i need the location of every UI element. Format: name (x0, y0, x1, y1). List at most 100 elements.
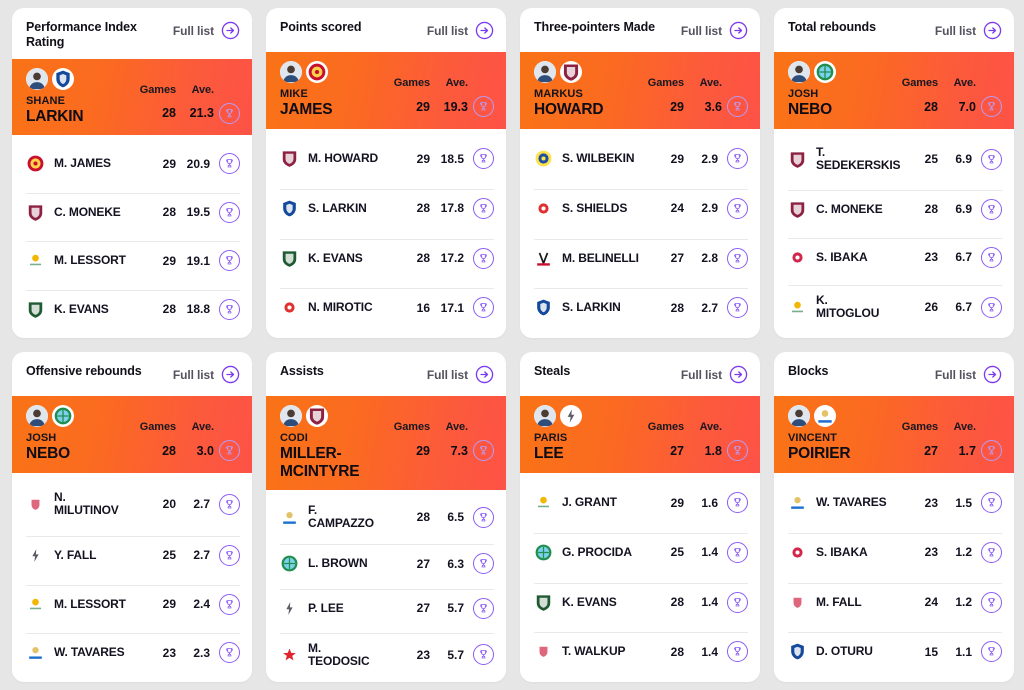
arrow-right-circle-icon[interactable] (475, 365, 494, 384)
trophy-icon[interactable] (219, 298, 240, 320)
arrow-right-circle-icon[interactable] (475, 21, 494, 40)
table-row[interactable]: C. MONEKE 28 6.9 (788, 189, 1002, 229)
top-leader-hero[interactable]: SHANE LARKIN Games Ave. 28 21.3 (12, 58, 252, 136)
trophy-icon[interactable] (473, 96, 494, 117)
table-row[interactable]: C. MONEKE 28 19.5 (26, 192, 240, 232)
trophy-icon[interactable] (473, 197, 494, 219)
trophy-icon[interactable] (981, 541, 1002, 563)
trophy-icon[interactable] (473, 247, 494, 269)
trophy-icon[interactable] (981, 440, 1002, 461)
table-row[interactable]: K. EVANS 28 17.2 (280, 238, 494, 278)
trophy-icon[interactable] (219, 201, 240, 223)
trophy-icon[interactable] (727, 440, 748, 461)
trophy-icon[interactable] (727, 247, 748, 269)
trophy-icon[interactable] (219, 593, 240, 615)
table-row[interactable]: S. SHIELDS 24 2.9 (534, 188, 748, 228)
table-row[interactable]: N. MIROTIC 16 17.1 (280, 288, 494, 327)
table-row[interactable]: M. LESSORT 29 2.4 (26, 584, 240, 624)
table-row[interactable]: N. MILUTINOV 20 2.7 (26, 482, 240, 526)
table-row[interactable]: K. EVANS 28 18.8 (26, 289, 240, 329)
trophy-icon[interactable] (727, 492, 748, 514)
top-leader-hero[interactable]: VINCENT POIRIER Games Ave. 27 1.7 (774, 396, 1014, 473)
arrow-right-circle-icon[interactable] (221, 21, 240, 40)
table-row[interactable]: S. LARKIN 28 2.7 (534, 288, 748, 327)
trophy-icon[interactable] (981, 246, 1002, 268)
trophy-icon[interactable] (219, 102, 240, 124)
table-row[interactable]: T. WALKUP 28 1.4 (534, 632, 748, 671)
arrow-right-circle-icon[interactable] (729, 21, 748, 40)
table-row[interactable]: K. EVANS 28 1.4 (534, 582, 748, 622)
table-row[interactable]: M. BELINELLI 27 2.8 (534, 238, 748, 278)
card-header: Blocks Full list (774, 352, 1014, 396)
trophy-icon[interactable] (981, 198, 1002, 220)
table-row[interactable]: D. OTURU 15 1.1 (788, 632, 1002, 671)
top-leader-hero[interactable]: PARIS LEE Games Ave. 27 1.8 (520, 396, 760, 473)
table-row[interactable]: W. TAVARES 23 2.3 (26, 633, 240, 672)
trophy-icon[interactable] (727, 297, 748, 319)
trophy-icon[interactable] (473, 553, 494, 575)
table-row[interactable]: M. JAMES 29 20.9 (26, 144, 240, 183)
table-row[interactable]: F. CAMPAZZO 28 6.5 (280, 495, 494, 539)
top-leader-hero[interactable]: JOSH NEBO Games Ave. 28 7.0 (774, 52, 1014, 129)
trophy-icon[interactable] (473, 440, 494, 461)
trophy-icon[interactable] (473, 506, 494, 528)
table-row[interactable]: Y. FALL 25 2.7 (26, 535, 240, 575)
trophy-icon[interactable] (473, 597, 494, 619)
hero-column-headers: Games Ave. (896, 421, 1002, 433)
trophy-icon[interactable] (219, 153, 240, 175)
trophy-icon[interactable] (981, 96, 1002, 117)
arrow-right-circle-icon[interactable] (983, 21, 1002, 40)
top-leader-hero[interactable]: MARKUS HOWARD Games Ave. 29 3.6 (520, 52, 760, 129)
table-row[interactable]: M. LESSORT 29 19.1 (26, 241, 240, 280)
full-list-link[interactable]: Full list (935, 364, 1002, 384)
full-list-link[interactable]: Full list (173, 364, 240, 384)
row-player-name: G. PROCIDA (562, 544, 632, 559)
trophy-icon[interactable] (219, 493, 240, 515)
trophy-icon[interactable] (981, 296, 1002, 318)
table-row[interactable]: M. FALL 24 1.2 (788, 582, 1002, 622)
top-leader-hero[interactable]: MIKE JAMES Games Ave. 29 19.3 (266, 52, 506, 129)
trophy-icon[interactable] (727, 148, 748, 170)
table-row[interactable]: M. HOWARD 29 18.5 (280, 139, 494, 178)
trophy-icon[interactable] (219, 250, 240, 272)
trophy-icon[interactable] (981, 492, 1002, 514)
trophy-icon[interactable] (219, 544, 240, 566)
trophy-icon[interactable] (727, 591, 748, 613)
table-row[interactable]: K. MITOGLOU 26 6.7 (788, 285, 1002, 329)
trophy-icon[interactable] (219, 642, 240, 664)
top-leader-hero[interactable]: CODI MILLER- MCINTYRE Games Ave. 29 7.3 (266, 396, 506, 490)
full-list-link[interactable]: Full list (681, 20, 748, 40)
table-row[interactable]: L. BROWN 27 6.3 (280, 544, 494, 583)
trophy-icon[interactable] (981, 591, 1002, 613)
table-row[interactable]: W. TAVARES 23 1.5 (788, 483, 1002, 522)
arrow-right-circle-icon[interactable] (221, 365, 240, 384)
table-row[interactable]: G. PROCIDA 25 1.4 (534, 532, 748, 572)
trophy-icon[interactable] (219, 440, 240, 461)
table-row[interactable]: S. LARKIN 28 17.8 (280, 188, 494, 228)
table-row[interactable]: P. LEE 27 5.7 (280, 588, 494, 628)
arrow-right-circle-icon[interactable] (729, 365, 748, 384)
trophy-icon[interactable] (473, 297, 494, 319)
row-name-cell: C. MONEKE (54, 205, 142, 219)
full-list-link[interactable]: Full list (427, 364, 494, 384)
arrow-right-circle-icon[interactable] (983, 365, 1002, 384)
trophy-icon[interactable] (727, 197, 748, 219)
trophy-icon[interactable] (727, 96, 748, 117)
top-leader-hero[interactable]: JOSH NEBO Games Ave. 28 3.0 (12, 396, 252, 473)
full-list-link[interactable]: Full list (935, 20, 1002, 40)
trophy-icon[interactable] (981, 148, 1002, 170)
table-row[interactable]: S. IBAKA 23 6.7 (788, 237, 1002, 277)
trophy-icon[interactable] (727, 641, 748, 663)
trophy-icon[interactable] (473, 644, 494, 666)
table-row[interactable]: S. IBAKA 23 1.2 (788, 532, 1002, 572)
full-list-link[interactable]: Full list (173, 20, 240, 40)
table-row[interactable]: T. SEDEKERSKIS 25 6.9 (788, 137, 1002, 181)
table-row[interactable]: J. GRANT 29 1.6 (534, 483, 748, 522)
trophy-icon[interactable] (727, 541, 748, 563)
table-row[interactable]: M. TEODOSIC 23 5.7 (280, 632, 494, 677)
table-row[interactable]: S. WILBEKIN 29 2.9 (534, 139, 748, 178)
full-list-link[interactable]: Full list (681, 364, 748, 384)
trophy-icon[interactable] (473, 148, 494, 170)
trophy-icon[interactable] (981, 641, 1002, 663)
full-list-link[interactable]: Full list (427, 20, 494, 40)
